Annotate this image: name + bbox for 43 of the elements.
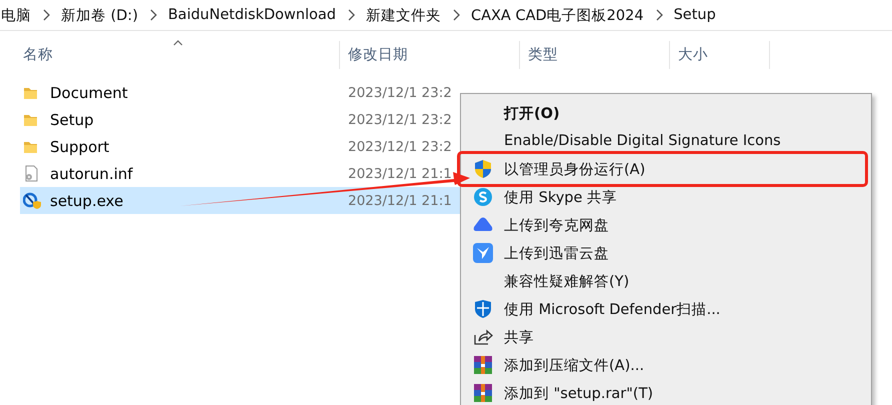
file-name: Setup	[50, 110, 95, 128]
chevron-icon	[148, 9, 157, 21]
menu-item[interactable]: 上传到迅雷云盘	[461, 239, 871, 267]
file-date: 2023/12/1 21:1	[348, 192, 452, 208]
breadcrumb-item[interactable]: 新加卷 (D:)	[60, 6, 138, 24]
menu-item[interactable]: Enable/Disable Digital Signature Icons	[461, 127, 871, 155]
menu-item[interactable]: 添加到 "setup.rar"(T)	[461, 379, 871, 405]
breadcrumb-item[interactable]: 新建文件夹	[364, 6, 441, 24]
menu-item[interactable]: 兼容性疑难解答(Y)	[461, 267, 871, 295]
breadcrumb-item[interactable]: CAXA CAD电子图板2024	[470, 6, 644, 24]
menu-item[interactable]: 上传到夸克网盘	[461, 211, 871, 239]
chevron-icon	[42, 9, 50, 21]
shield-icon	[473, 299, 493, 319]
share-icon	[473, 327, 493, 347]
chevron-icon	[452, 9, 460, 21]
file-date: 2023/12/1 21:1	[348, 166, 452, 182]
file-date: 2023/12/1 23:2	[348, 84, 452, 100]
menu-item[interactable]: 使用 Microsoft Defender扫描...	[461, 295, 871, 323]
column-header[interactable]: 名称	[0, 41, 340, 69]
column-header[interactable]: 修改日期	[340, 41, 520, 69]
chevron-icon	[346, 9, 355, 21]
sort-caret-icon	[173, 40, 183, 46]
file-date: 2023/12/1 23:2	[348, 138, 452, 154]
file-name: autorun.inf	[50, 164, 134, 182]
menu-item[interactable]: 以管理员身份运行(A)	[461, 155, 864, 183]
shield-icon	[473, 159, 493, 179]
archive-icon	[473, 355, 493, 375]
column-header[interactable]: 类型	[520, 41, 670, 69]
application-icon	[23, 192, 41, 210]
file-name: Support	[50, 138, 110, 156]
skype-icon	[473, 187, 493, 207]
breadcrumb-item[interactable]: 电脑	[0, 6, 31, 24]
archive-icon	[473, 383, 493, 403]
bird-icon	[473, 243, 493, 263]
breadcrumb-item[interactable]: BaiduNetdiskDownload	[166, 7, 336, 23]
chevron-icon	[654, 9, 663, 21]
menu-item[interactable]: 添加到压缩文件(A)...	[461, 351, 871, 379]
menu-item[interactable]: 共享	[461, 323, 871, 351]
breadcrumb-item[interactable]: Setup	[672, 7, 716, 23]
file-date: 2023/12/1 23:2	[348, 112, 452, 128]
file-name: setup.exe	[50, 192, 124, 210]
file-name: Document	[50, 84, 129, 102]
column-header[interactable]: 大小	[670, 41, 770, 69]
